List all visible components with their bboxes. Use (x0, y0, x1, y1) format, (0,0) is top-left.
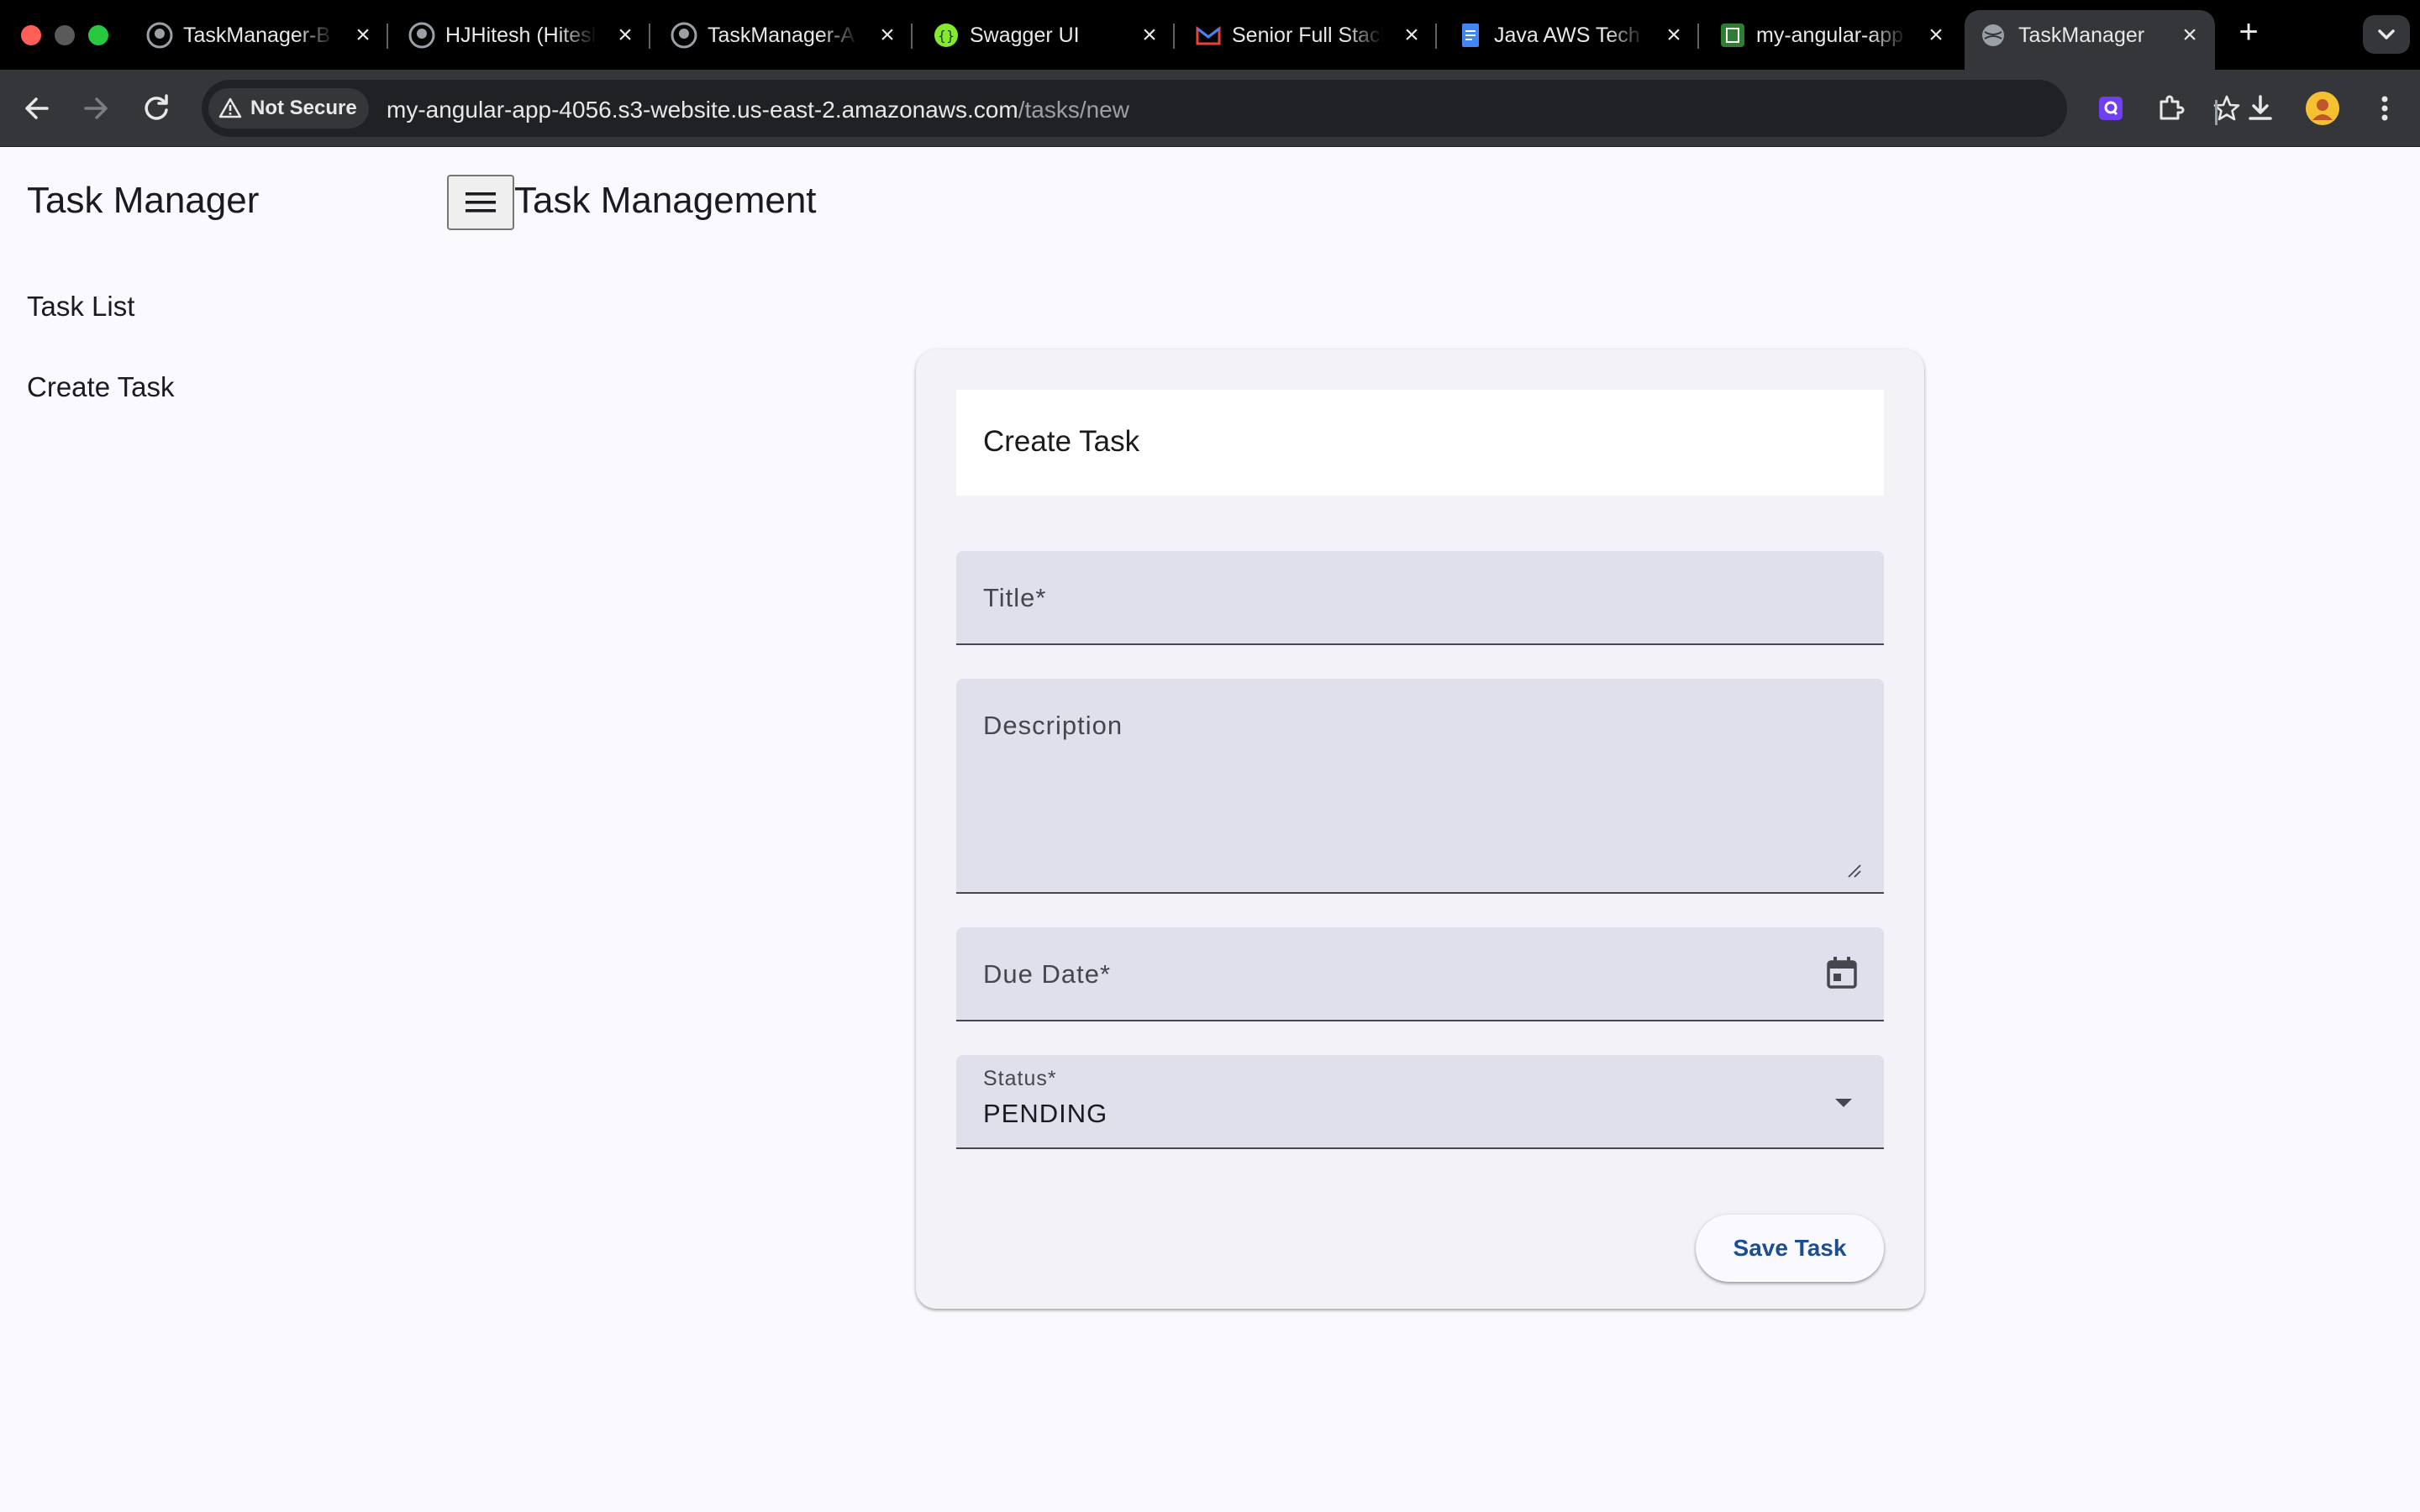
status-selected-value: PENDING (983, 1099, 1108, 1128)
status-field-label: Status* (983, 1067, 1057, 1090)
tab-label: TaskManager (2018, 24, 2145, 47)
tab-label: TaskManager-A (708, 24, 855, 47)
dropdown-arrow-icon (1835, 1099, 1852, 1107)
tab-label: Senior Full Stack (1232, 24, 1383, 47)
app-title: Task Manager (27, 180, 260, 221)
extension-q-icon (2099, 97, 2123, 120)
browser-toolbar: Not Secure my-angular-app-4056.s3-websit… (0, 70, 2420, 147)
github-icon (146, 22, 173, 49)
forward-button[interactable] (76, 88, 116, 129)
back-button[interactable] (17, 88, 57, 129)
calendar-icon[interactable] (1823, 954, 1860, 991)
avatar-icon (2306, 92, 2339, 125)
tab-divider (911, 24, 913, 49)
reload-icon (145, 94, 168, 120)
swagger-icon: {} (934, 24, 958, 47)
reload-button[interactable] (136, 88, 176, 129)
close-icon[interactable]: × (1921, 20, 1951, 50)
close-icon[interactable]: × (610, 20, 640, 50)
window-close-button[interactable] (21, 25, 41, 45)
puzzle-icon (2160, 95, 2185, 120)
arrow-left-icon (25, 97, 49, 119)
browser-tab[interactable]: HJHitesh (Hitesh × (405, 10, 640, 70)
warning-icon (218, 97, 242, 118)
title-field[interactable]: Title* (956, 551, 1884, 645)
description-field[interactable]: Description (956, 679, 1884, 894)
svg-text:{}: {} (938, 28, 955, 44)
card-header: Create Task (956, 390, 1884, 496)
toolbar-divider (2215, 100, 2217, 125)
close-icon[interactable]: × (872, 20, 902, 50)
title-field-label: Title* (983, 583, 1047, 612)
gmail-icon (1196, 25, 1221, 45)
header-title: Task Management (514, 180, 817, 221)
downloads-button[interactable] (2240, 88, 2281, 129)
browser-tab[interactable]: my-angular-app × (1716, 10, 1951, 70)
security-chip[interactable]: Not Secure (208, 88, 369, 129)
window-minimize-button[interactable] (55, 25, 75, 45)
extension-button[interactable] (2091, 88, 2131, 129)
security-label: Not Secure (250, 97, 357, 119)
sidenav: Task Manager Task List Create Task (0, 148, 437, 1512)
github-icon (408, 22, 435, 49)
tab-divider (649, 24, 650, 49)
profile-avatar[interactable] (2302, 88, 2343, 129)
tab-divider (1435, 24, 1437, 49)
extensions-menu-button[interactable] (2151, 88, 2191, 129)
nav-link-create-task[interactable]: Create Task (27, 371, 174, 403)
resize-handle-icon[interactable] (1845, 862, 1862, 879)
url-host: my-angular-app-4056.s3-website.us-east-2… (387, 97, 1018, 123)
tab-label: TaskManager-B (183, 24, 331, 47)
new-tab-button[interactable]: + (2230, 13, 2267, 50)
url-text[interactable]: my-angular-app-4056.s3-website.us-east-2… (387, 97, 1129, 123)
menu-toggle-button[interactable] (447, 175, 514, 230)
tab-label: HJHitesh (Hitesh (445, 24, 597, 47)
tab-divider (1173, 24, 1175, 49)
hamburger-menu-icon (466, 192, 496, 213)
chevron-down-icon (2378, 29, 2395, 39)
close-icon[interactable]: × (2175, 20, 2205, 50)
browser-tab[interactable]: TaskManager-A × (667, 10, 902, 70)
globe-icon (1982, 24, 2004, 46)
angular-icon (1721, 24, 1744, 47)
card-title: Create Task (983, 425, 1140, 458)
browser-tab[interactable]: Java AWS Tech × (1454, 10, 1689, 70)
tab-label: my-angular-app (1756, 24, 1904, 47)
browser-tab-bar: TaskManager-B × HJHitesh (Hitesh × TaskM… (0, 0, 2420, 70)
close-icon[interactable]: × (1134, 20, 1165, 50)
tab-divider (387, 24, 388, 49)
github-icon (671, 22, 697, 49)
nav-link-task-list[interactable]: Task List (27, 291, 134, 323)
description-field-label: Description (983, 711, 1123, 740)
url-path: /tasks/new (1018, 97, 1129, 123)
address-bar[interactable]: Not Secure my-angular-app-4056.s3-websit… (202, 80, 2240, 137)
tab-search-button[interactable] (2363, 15, 2410, 54)
close-icon[interactable]: × (1659, 20, 1689, 50)
tab-label: Swagger UI (970, 24, 1080, 47)
due-date-field-label: Due Date* (983, 959, 1112, 989)
save-task-button[interactable]: Save Task (1696, 1215, 1884, 1282)
more-vertical-icon (2381, 96, 2388, 121)
due-date-field[interactable]: Due Date* (956, 927, 1884, 1021)
browser-tab[interactable]: Senior Full Stack × (1192, 10, 1427, 70)
create-task-card: Create Task Title* Description Due Date*… (916, 349, 1924, 1309)
download-icon (2249, 95, 2272, 120)
page-content: Task Manager Task List Create Task Task … (0, 148, 2420, 1512)
browser-tab[interactable]: {} Swagger UI × (929, 10, 1165, 70)
browser-menu-button[interactable] (2365, 88, 2405, 129)
browser-tab[interactable]: TaskManager-B × (143, 10, 378, 70)
browser-tab-active[interactable]: TaskManager × (1965, 10, 2215, 70)
close-icon[interactable]: × (348, 20, 378, 50)
tab-divider (1697, 24, 1699, 49)
status-select[interactable]: Status* PENDING (956, 1055, 1884, 1149)
docs-icon (1462, 24, 1479, 47)
window-zoom-button[interactable] (88, 25, 108, 45)
close-icon[interactable]: × (1397, 20, 1427, 50)
arrow-right-icon (84, 97, 108, 119)
tab-label: Java AWS Tech (1494, 24, 1640, 47)
